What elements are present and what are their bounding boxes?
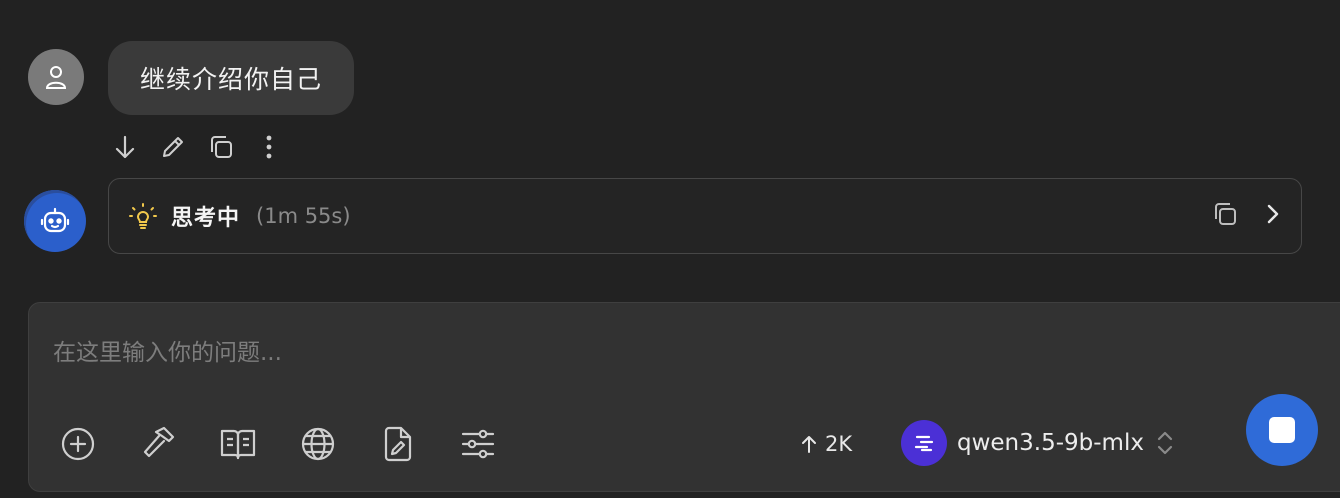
copy-icon xyxy=(211,136,232,158)
thinking-elapsed-time: (1m 55s) xyxy=(256,204,351,228)
composer-toolbar xyxy=(59,421,497,467)
edit-message-button[interactable] xyxy=(156,130,190,164)
stop-icon xyxy=(1269,417,1295,443)
message-input[interactable] xyxy=(53,331,1203,375)
chevron-right-icon xyxy=(1267,204,1279,224)
upload-file-button[interactable] xyxy=(379,425,417,463)
user-icon xyxy=(45,66,67,89)
robot-icon xyxy=(40,207,70,233)
token-count-value: 2K xyxy=(825,432,853,456)
book-icon xyxy=(220,429,256,460)
more-vertical-icon xyxy=(266,135,272,159)
copy-message-button[interactable] xyxy=(204,130,238,164)
stop-generation-button[interactable] xyxy=(1246,394,1318,466)
model-selector[interactable]: qwen3.5-9b-mlx xyxy=(901,419,1176,467)
user-avatar xyxy=(28,49,84,105)
sliders-icon xyxy=(461,429,495,459)
user-message-bubble: 继续介绍你自己 xyxy=(108,41,355,115)
thinking-panel[interactable]: 思考中 (1m 55s) xyxy=(108,178,1302,254)
scroll-down-button[interactable] xyxy=(108,130,142,164)
copy-icon xyxy=(1215,203,1236,225)
message-actions xyxy=(108,130,286,164)
globe-icon xyxy=(301,427,335,461)
hammer-icon xyxy=(143,426,175,458)
expand-thinking-button[interactable] xyxy=(1265,202,1281,230)
pencil-icon xyxy=(163,137,183,157)
arrow-up-icon xyxy=(802,436,816,453)
assistant-avatar xyxy=(24,190,86,252)
lightbulb-icon xyxy=(129,203,157,229)
chat-page: 继续介绍你自己 思考中 (1m 55s) 在这里输入你的问题... 2K qwe… xyxy=(0,0,1340,498)
more-options-button[interactable] xyxy=(252,130,286,164)
file-edit-icon xyxy=(384,426,412,462)
arrow-down-icon xyxy=(115,135,135,159)
model-logo-icon xyxy=(914,435,934,452)
thinking-actions xyxy=(1211,200,1281,232)
chevron-up-down-icon xyxy=(1157,431,1173,455)
model-logo xyxy=(901,420,947,466)
web-search-button[interactable] xyxy=(299,425,337,463)
thinking-title: 思考中 xyxy=(171,206,241,231)
copy-thinking-button[interactable] xyxy=(1211,200,1239,232)
tools-button[interactable] xyxy=(139,425,177,463)
knowledge-base-button[interactable] xyxy=(219,425,257,463)
model-name: qwen3.5-9b-mlx xyxy=(957,430,1144,456)
composer: 2K qwen3.5-9b-mlx xyxy=(28,302,1340,492)
settings-button[interactable] xyxy=(459,425,497,463)
token-count: 2K xyxy=(801,429,852,459)
add-icon xyxy=(61,427,95,461)
add-attachment-button[interactable] xyxy=(59,425,97,463)
